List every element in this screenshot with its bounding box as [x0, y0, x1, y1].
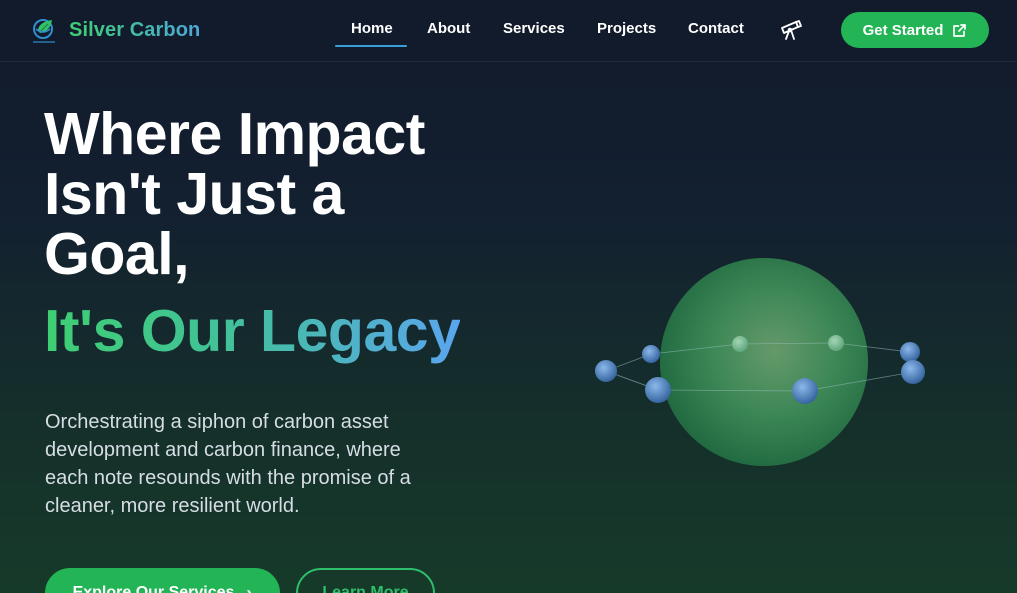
telescope-icon[interactable]	[779, 19, 803, 41]
orbit-node	[645, 377, 671, 403]
nav-about[interactable]: About	[427, 20, 470, 37]
orbit-node	[828, 335, 844, 351]
orbit-node	[642, 345, 660, 363]
hero-title: Where Impact Isn't Just a Goal,	[44, 101, 425, 287]
hero-accent-title: It's Our Legacy	[44, 298, 461, 364]
orbit-node	[900, 342, 920, 362]
globe-illustration	[585, 248, 945, 478]
get-started-button[interactable]: Get Started	[841, 12, 989, 48]
orbit-node	[595, 360, 617, 382]
nav-services[interactable]: Services	[503, 20, 565, 37]
explore-services-button[interactable]: Explore Our Services ›	[45, 568, 280, 593]
orbit-node	[901, 360, 925, 384]
globe-sphere	[660, 258, 868, 466]
get-started-label: Get Started	[862, 21, 944, 39]
explore-services-label: Explore Our Services	[72, 584, 235, 593]
nav-contact[interactable]: Contact	[688, 20, 744, 37]
learn-more-button[interactable]: Learn More	[296, 568, 435, 593]
orbit-node	[792, 378, 818, 404]
nav-active-indicator	[335, 45, 407, 47]
external-link-icon	[952, 23, 967, 38]
nav-projects[interactable]: Projects	[597, 20, 656, 37]
nav-home[interactable]: Home	[351, 20, 393, 37]
chevron-right-icon: ›	[246, 582, 253, 593]
brand-name: Silver Carbon	[69, 18, 201, 41]
leaf-globe-icon	[31, 15, 57, 45]
brand[interactable]: Silver Carbon	[31, 14, 200, 46]
top-navbar: Silver Carbon Home About Services Projec…	[0, 0, 1017, 62]
hero-description: Orchestrating a siphon of carbon asset d…	[45, 411, 411, 517]
learn-more-label: Learn More	[322, 584, 409, 593]
orbit-node	[732, 336, 748, 352]
